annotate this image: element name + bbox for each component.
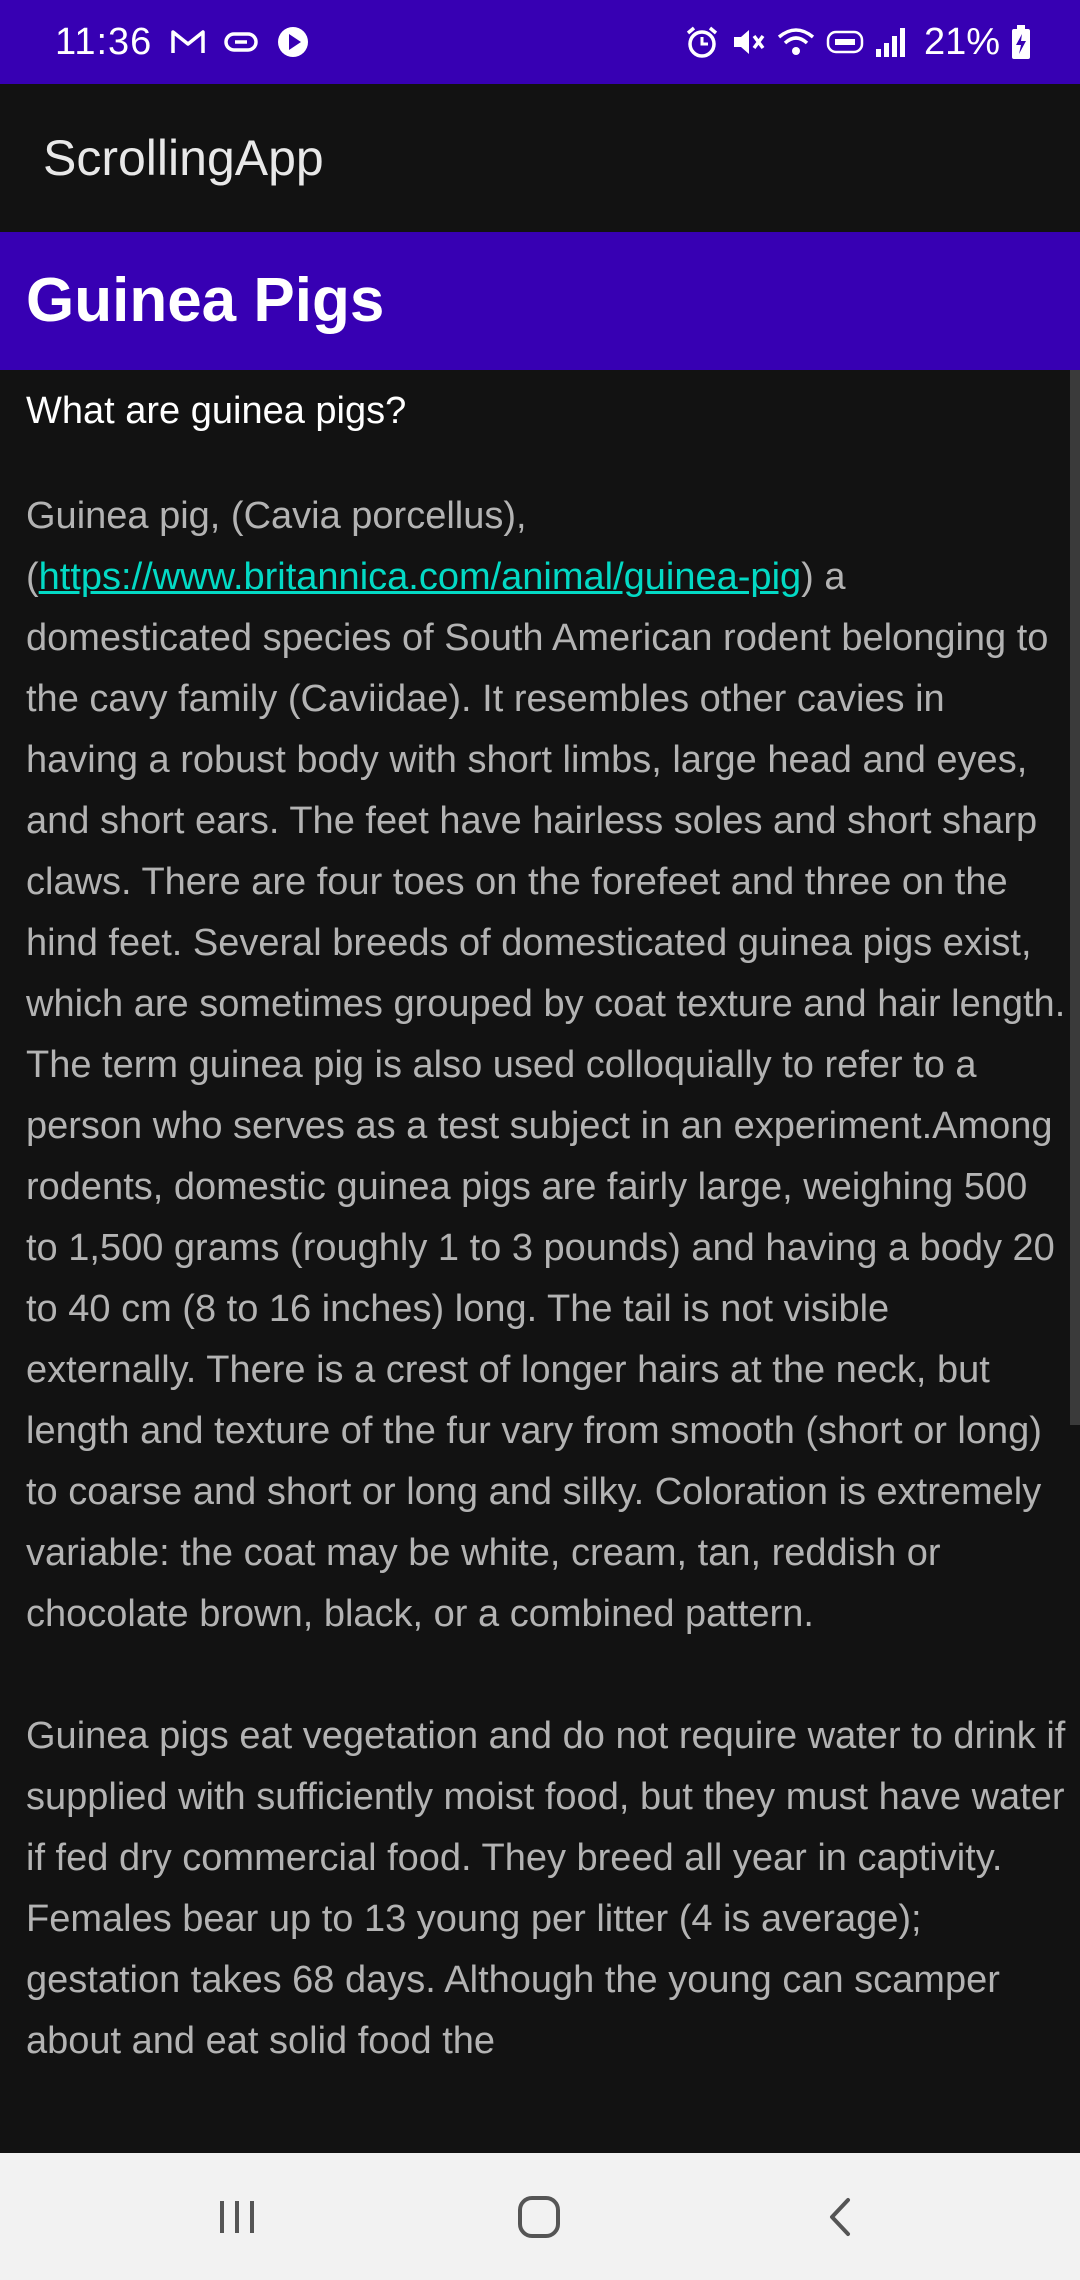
battery-percent: 21%: [923, 20, 1000, 63]
mute-icon: [730, 24, 766, 60]
nav-bar: [0, 2153, 1080, 2280]
battery-charging-icon: [1010, 24, 1032, 60]
signal-icon: [874, 25, 908, 59]
britannica-link[interactable]: https://www.britannica.com/animal/guinea…: [39, 556, 802, 598]
back-icon: [830, 2197, 850, 2236]
recents-icon: [220, 2200, 254, 2233]
wifi-icon: [776, 24, 816, 60]
pill-icon: [224, 30, 259, 54]
status-right: 21%: [684, 0, 1032, 84]
article-subheading: What are guinea pigs?: [26, 390, 407, 432]
status-bar: 11:36 21%: [0, 0, 1080, 84]
scroll-content[interactable]: What are guinea pigs? Guinea pig, (Cavia…: [0, 370, 1080, 2153]
volte-icon: [826, 24, 864, 60]
recents-button[interactable]: [177, 2153, 297, 2280]
article-body: Guinea pig, (Cavia porcellus),(https://w…: [26, 486, 1066, 2072]
gmail-icon: [170, 27, 206, 57]
back-button[interactable]: [781, 2153, 901, 2280]
heading-band: Guinea Pigs: [0, 232, 1080, 370]
para2: Guinea pigs eat vegetation and do not re…: [26, 1715, 1066, 2062]
play-icon: [276, 25, 310, 59]
app-bar: ScrollingApp: [0, 84, 1080, 232]
para1-rest: ) a domesticated species of South Americ…: [26, 556, 1066, 1635]
home-button[interactable]: [479, 2153, 599, 2280]
status-left: 11:36: [55, 0, 310, 84]
alarm-icon: [684, 24, 720, 60]
home-icon: [518, 2195, 560, 2238]
status-time: 11:36: [55, 20, 153, 63]
scrollbar[interactable]: [1070, 370, 1080, 1425]
article-heading: Guinea Pigs: [26, 266, 385, 335]
app-title: ScrollingApp: [43, 130, 324, 186]
